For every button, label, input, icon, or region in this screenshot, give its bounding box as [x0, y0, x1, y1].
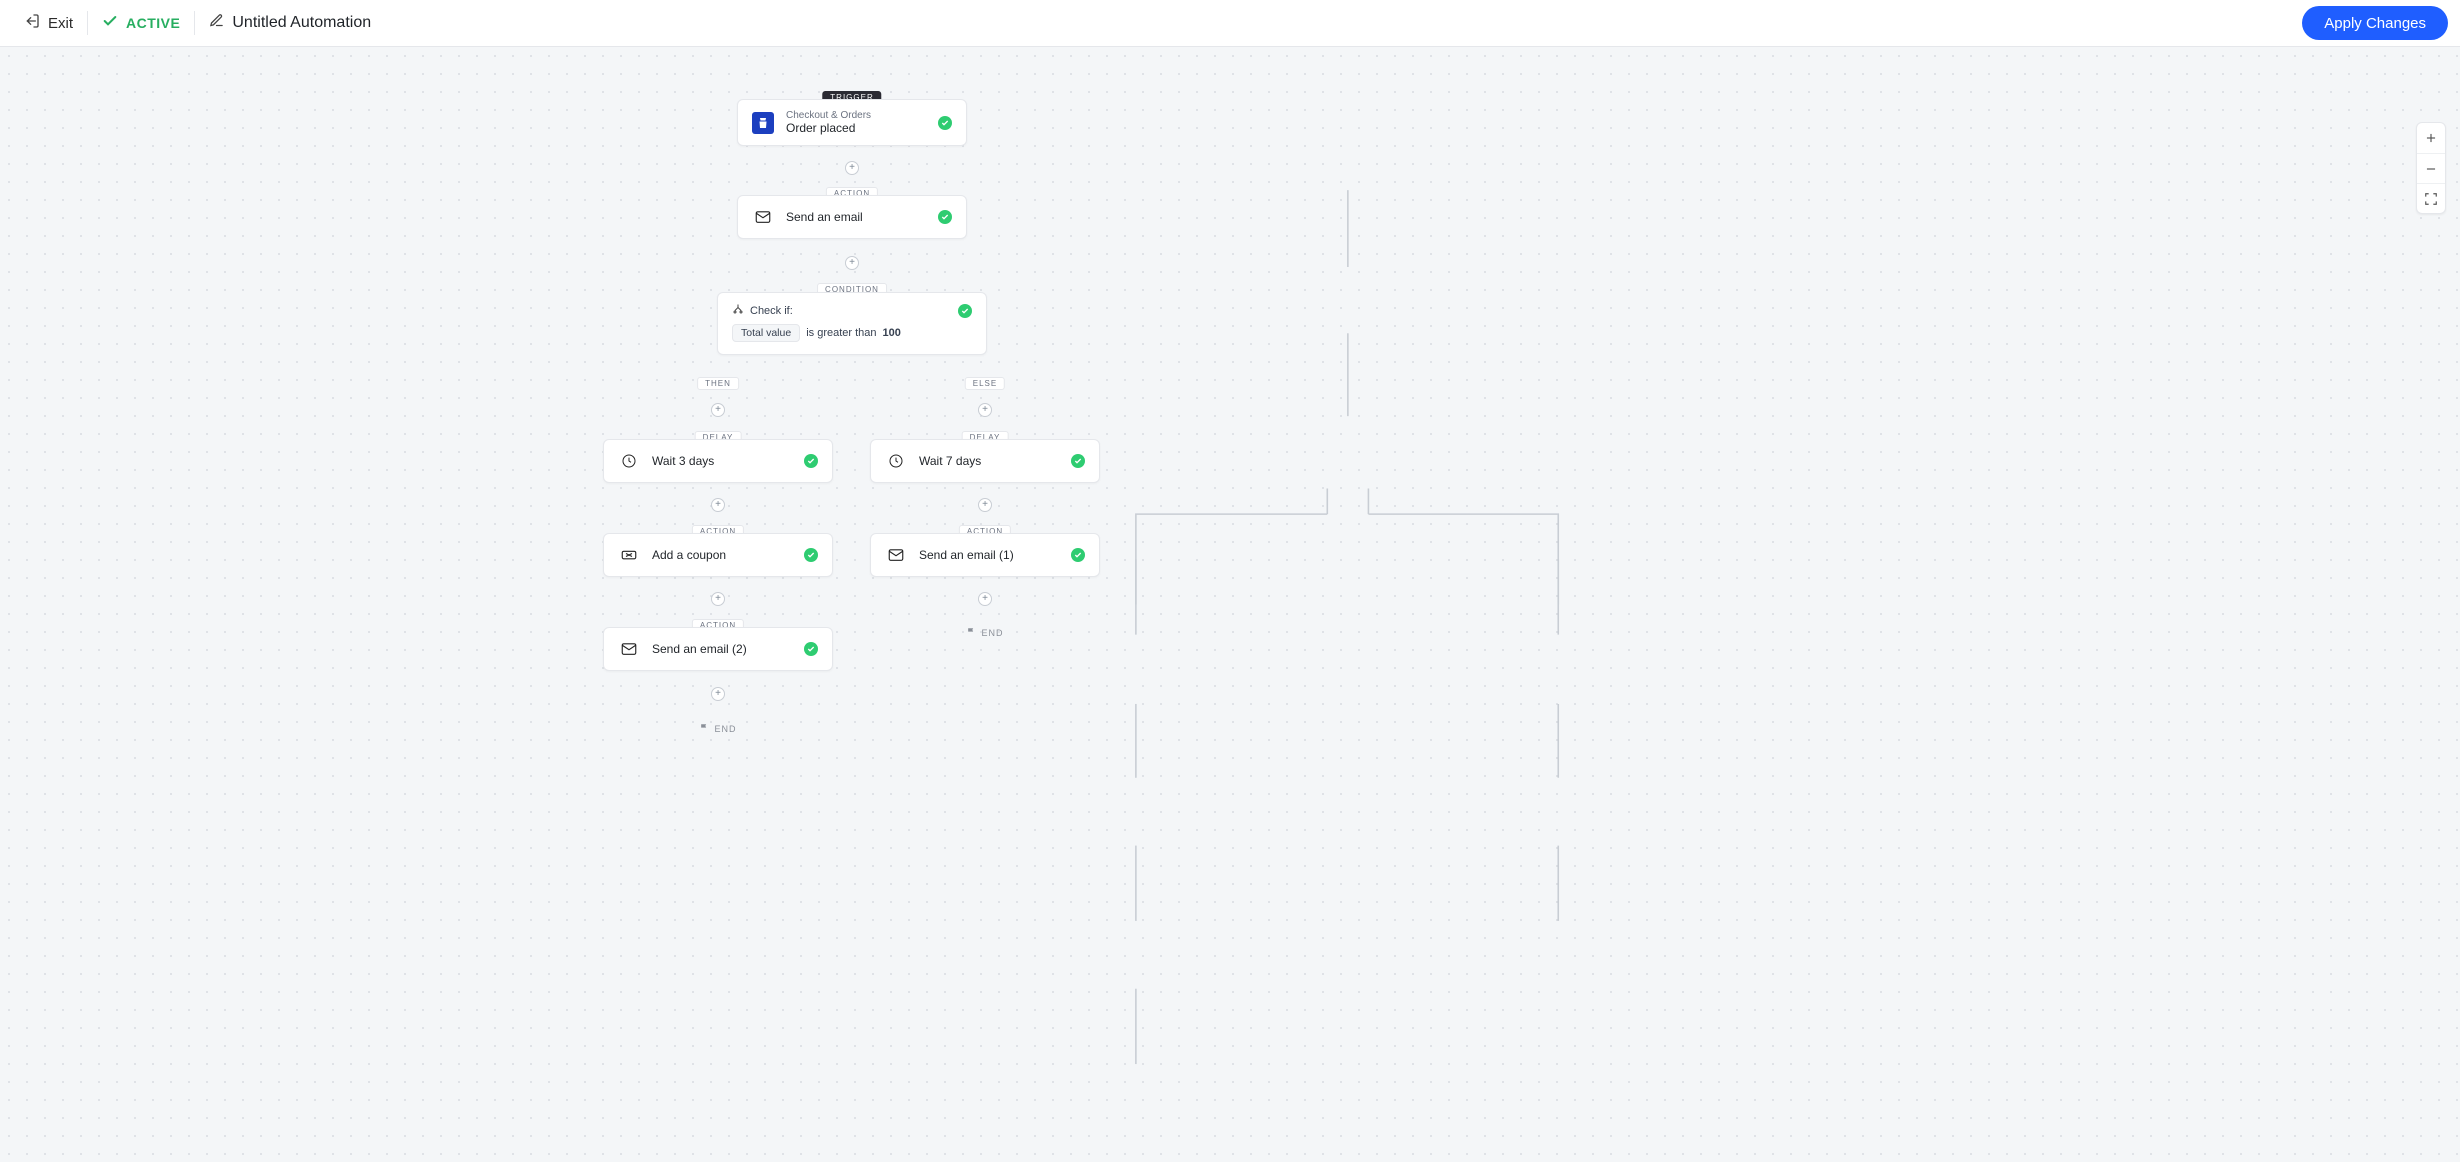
add-step-button[interactable]: + [978, 403, 992, 417]
status-ok-icon [1071, 454, 1085, 468]
else-label-pill: ELSE [965, 377, 1005, 390]
title-text: Untitled Automation [232, 14, 371, 32]
coupon-icon [618, 544, 640, 566]
then-delay-card[interactable]: Wait 3 days [603, 439, 833, 483]
delay-title: Wait 7 days [919, 454, 981, 468]
pencil-icon [209, 13, 224, 33]
status-ok-icon [1071, 548, 1085, 562]
else-email-card[interactable]: Send an email (1) [870, 533, 1100, 577]
flow-canvas[interactable]: TRIGGER Checkout & Orders Order placed +… [0, 47, 2460, 1162]
condition-field-chip: Total value [732, 324, 800, 342]
connectors [0, 47, 2460, 1162]
delay-title: Wait 3 days [652, 454, 714, 468]
add-step-button[interactable]: + [711, 498, 725, 512]
exit-button[interactable]: Exit [12, 9, 85, 37]
shopping-bag-icon [752, 112, 774, 134]
zoom-controls [2416, 122, 2446, 214]
divider [87, 11, 88, 35]
branch-icon [732, 303, 744, 318]
condition-check-if: Check if: [750, 305, 793, 317]
action-send-email-card[interactable]: Send an email [737, 195, 967, 239]
mail-icon [618, 638, 640, 660]
add-step-button[interactable]: + [711, 592, 725, 606]
exit-icon [24, 13, 40, 33]
check-icon [102, 13, 118, 34]
else-delay-card[interactable]: Wait 7 days [870, 439, 1100, 483]
else-end-marker: END [966, 627, 1003, 639]
trigger-card[interactable]: Checkout & Orders Order placed [737, 99, 967, 146]
then-coupon-card[interactable]: Add a coupon [603, 533, 833, 577]
condition-operator: is greater than [806, 327, 876, 339]
flag-icon [699, 723, 709, 735]
action-title: Add a coupon [652, 548, 726, 562]
status-ok-icon [804, 454, 818, 468]
exit-label: Exit [48, 15, 73, 32]
status-text: ACTIVE [126, 15, 180, 31]
status-indicator: ACTIVE [90, 9, 192, 37]
status-ok-icon [938, 210, 952, 224]
action-title: Send an email (1) [919, 548, 1014, 562]
add-step-button[interactable]: + [711, 687, 725, 701]
zoom-out-button[interactable] [2417, 153, 2445, 183]
mail-icon [752, 206, 774, 228]
divider [194, 11, 195, 35]
trigger-event: Order placed [786, 122, 871, 136]
add-step-button[interactable]: + [845, 256, 859, 270]
apply-changes-button[interactable]: Apply Changes [2302, 6, 2448, 40]
condition-card[interactable]: Check if: Total value is greater than 10… [717, 292, 987, 355]
add-step-button[interactable]: + [978, 592, 992, 606]
status-ok-icon [958, 304, 972, 318]
action-title: Send an email (2) [652, 642, 747, 656]
header-bar: Exit ACTIVE Untitled Automation Apply Ch… [0, 0, 2460, 47]
automation-title[interactable]: Untitled Automation [197, 9, 383, 37]
trigger-app: Checkout & Orders [786, 110, 871, 122]
clock-icon [885, 450, 907, 472]
add-step-button[interactable]: + [845, 161, 859, 175]
then-label-pill: THEN [697, 377, 739, 390]
zoom-in-button[interactable] [2417, 123, 2445, 153]
clock-icon [618, 450, 640, 472]
add-step-button[interactable]: + [711, 403, 725, 417]
condition-value: 100 [883, 327, 901, 339]
status-ok-icon [804, 642, 818, 656]
action-title: Send an email [786, 210, 863, 224]
add-step-button[interactable]: + [978, 498, 992, 512]
flag-icon [966, 627, 976, 639]
mail-icon [885, 544, 907, 566]
then-email-card[interactable]: Send an email (2) [603, 627, 833, 671]
status-ok-icon [804, 548, 818, 562]
then-end-marker: END [699, 723, 736, 735]
status-ok-icon [938, 116, 952, 130]
zoom-fit-button[interactable] [2417, 183, 2445, 213]
